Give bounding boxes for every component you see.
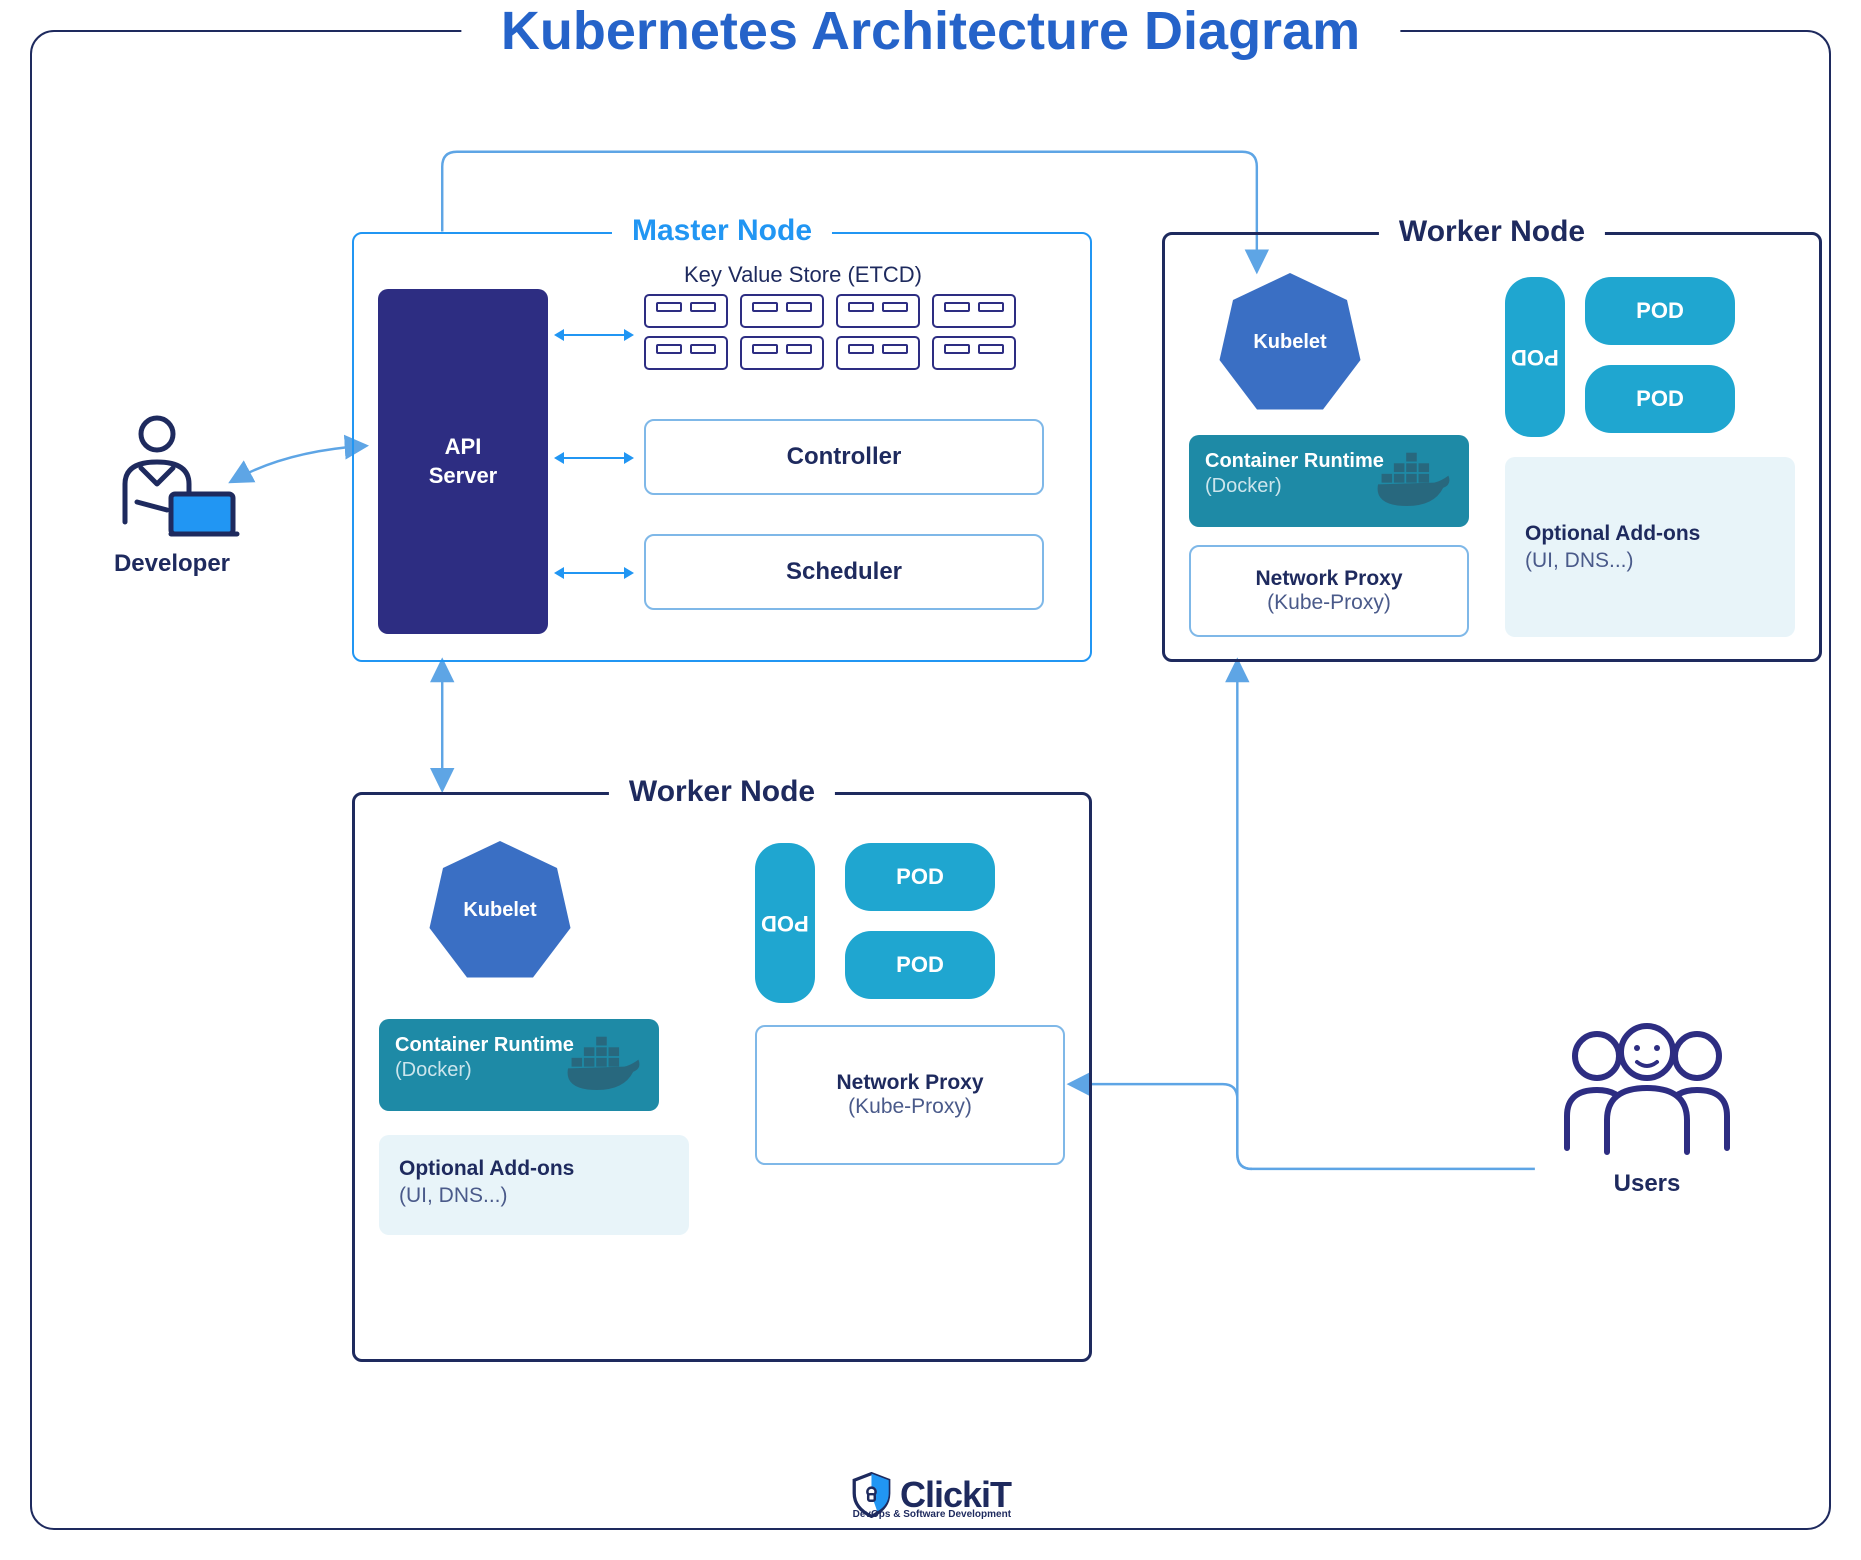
pod-label: POD — [896, 952, 944, 978]
network-proxy-box: Network Proxy (Kube-Proxy) — [755, 1025, 1065, 1165]
api-server-label: API Server — [429, 433, 498, 490]
etcd-cell — [932, 336, 1016, 370]
clickit-logo: ClickiT DevOps & Software Development — [838, 1472, 1023, 1518]
pod-label: POD — [761, 911, 809, 935]
scheduler-box: Scheduler — [644, 534, 1044, 610]
network-proxy-title: Network Proxy — [757, 1071, 1063, 1095]
addons-title: Optional Add-ons — [399, 1155, 669, 1182]
kubelet-label: Kubelet — [463, 899, 536, 922]
etcd-cell — [740, 294, 824, 328]
pod-horizontal: POD — [845, 931, 995, 999]
etcd-cell — [644, 336, 728, 370]
pod-horizontal: POD — [1585, 277, 1735, 345]
diagram-canvas: Developer Master Node API Server Key Val… — [52, 52, 1809, 1508]
addons-sub: (UI, DNS...) — [399, 1182, 669, 1209]
network-proxy-box: Network Proxy (Kube-Proxy) — [1189, 545, 1469, 637]
etcd-cell — [836, 336, 920, 370]
users-icon — [1547, 1012, 1747, 1162]
etcd-cell — [836, 294, 920, 328]
etcd-label: Key Value Store (ETCD) — [684, 262, 922, 288]
developer-icon — [97, 412, 247, 542]
worker-node-bottom-panel: Worker Node Kubelet Container Runtime (D… — [352, 792, 1092, 1362]
pod-label: POD — [1511, 345, 1559, 369]
bidir-arrow — [554, 452, 634, 464]
etcd-cell — [644, 294, 728, 328]
controller-label: Controller — [787, 443, 902, 471]
network-proxy-title: Network Proxy — [1191, 567, 1467, 591]
container-runtime-box: Container Runtime (Docker) — [379, 1019, 659, 1111]
developer-label: Developer — [72, 550, 272, 578]
kubelet-heptagon: Kubelet — [425, 835, 575, 985]
container-runtime-box: Container Runtime (Docker) — [1189, 435, 1469, 527]
etcd-cell — [740, 336, 824, 370]
users-label: Users — [1532, 1170, 1762, 1198]
pod-horizontal: POD — [1585, 365, 1735, 433]
pod-vertical: POD — [1505, 277, 1565, 437]
diagram-frame: Kubernetes Architecture Diagram — [30, 30, 1831, 1530]
network-proxy-sub: (Kube-Proxy) — [757, 1095, 1063, 1119]
developer-actor: Developer — [72, 412, 272, 578]
master-node-panel: Master Node API Server Key Value Store (… — [352, 232, 1092, 662]
worker-node-top-panel: Worker Node Kubelet Container Runtime (D… — [1162, 232, 1822, 662]
addons-box: Optional Add-ons (UI, DNS...) — [379, 1135, 689, 1235]
etcd-grid — [644, 294, 1016, 370]
pod-label: POD — [1636, 386, 1684, 412]
controller-box: Controller — [644, 419, 1044, 495]
network-proxy-sub: (Kube-Proxy) — [1191, 591, 1467, 615]
logo-tagline: DevOps & Software Development — [853, 1509, 1011, 1520]
docker-icon — [1371, 449, 1459, 511]
addons-box: Optional Add-ons (UI, DNS...) — [1505, 457, 1795, 637]
pod-horizontal: POD — [845, 843, 995, 911]
worker-node-bottom-title: Worker Node — [609, 775, 835, 809]
scheduler-label: Scheduler — [786, 558, 902, 586]
users-actor: Users — [1532, 1012, 1762, 1198]
pod-vertical: POD — [755, 843, 815, 1003]
pod-label: POD — [1636, 298, 1684, 324]
bidir-arrow — [554, 567, 634, 579]
addons-sub: (UI, DNS...) — [1525, 547, 1775, 574]
bidir-arrow — [554, 329, 634, 341]
master-node-title: Master Node — [612, 214, 832, 248]
worker-node-top-title: Worker Node — [1379, 215, 1605, 249]
kubelet-heptagon: Kubelet — [1215, 267, 1365, 417]
kubelet-label: Kubelet — [1253, 331, 1326, 354]
addons-title: Optional Add-ons — [1525, 520, 1775, 547]
etcd-cell — [932, 294, 1016, 328]
api-server-box: API Server — [378, 289, 548, 634]
pod-label: POD — [896, 864, 944, 890]
docker-icon — [561, 1033, 649, 1095]
